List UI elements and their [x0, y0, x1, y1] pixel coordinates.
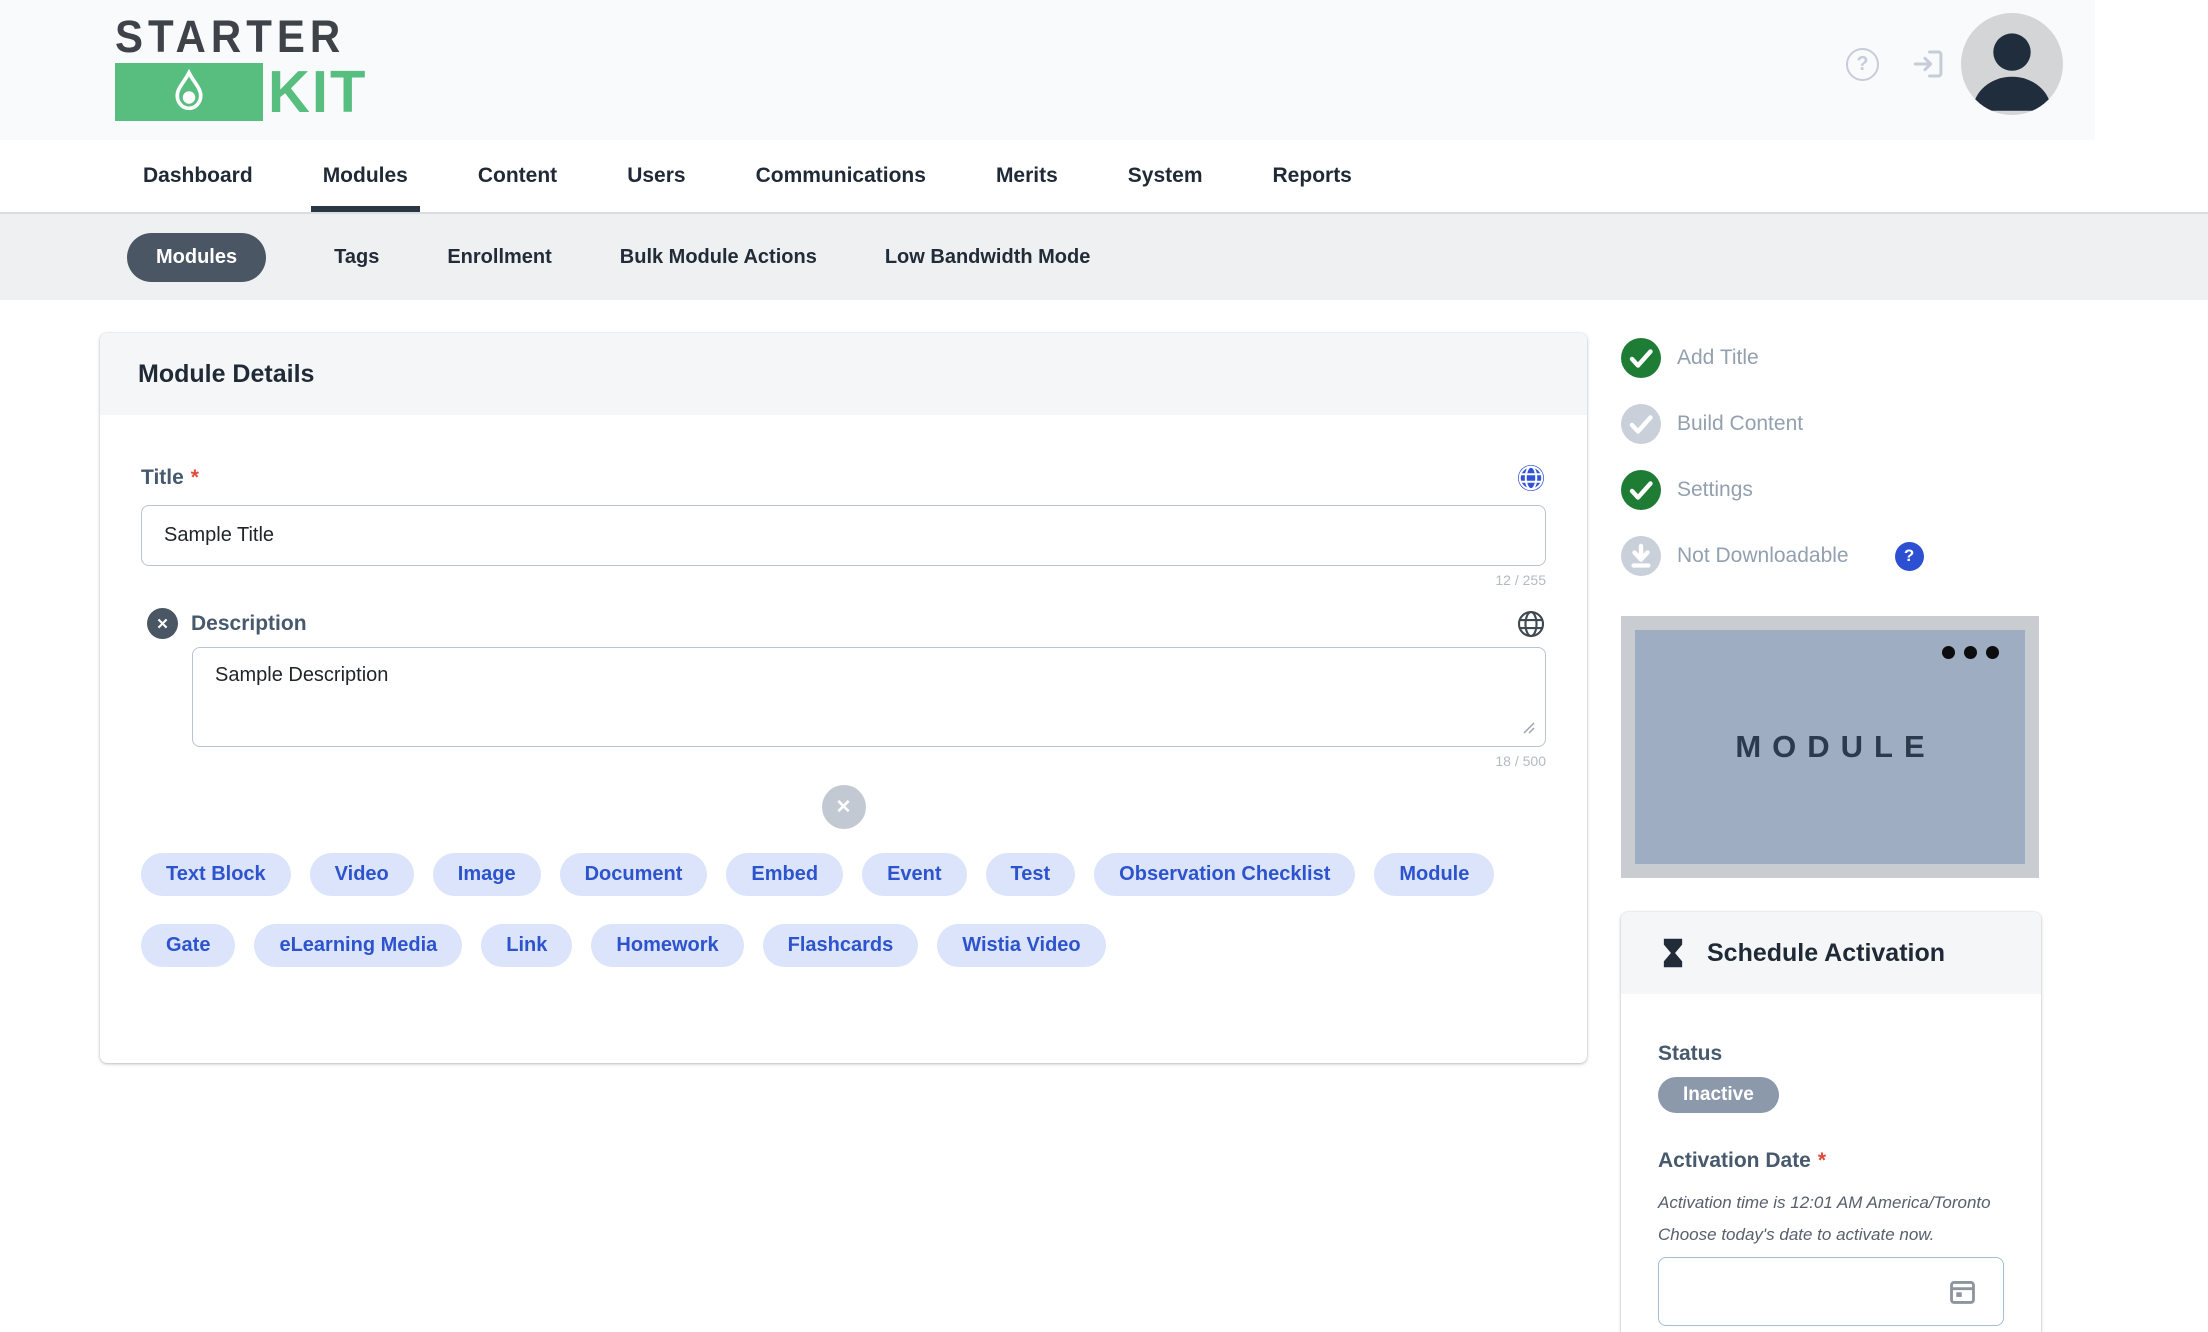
chip-module[interactable]: Module: [1374, 853, 1495, 896]
check-circle-icon: [1621, 470, 1661, 510]
download-circle-icon: [1621, 536, 1661, 576]
nav-item-dashboard[interactable]: Dashboard: [143, 140, 253, 212]
brand-logo-bar: [115, 63, 263, 121]
top-header: STARTER KIT ?: [0, 0, 2095, 140]
title-char-counter: 12 / 255: [1495, 572, 1546, 588]
subnav-item-modules[interactable]: Modules: [127, 232, 267, 282]
title-label: Title: [141, 466, 184, 489]
nav-item-merits[interactable]: Merits: [996, 140, 1058, 212]
nav-item-reports[interactable]: Reports: [1273, 140, 1352, 212]
checklist-item-add-title[interactable]: Add Title: [1621, 338, 2041, 378]
check-circle-icon-incomplete: [1621, 404, 1661, 444]
check-circle-icon: [1621, 338, 1661, 378]
right-sidebar: Add Title Build Content Settings Not Dow…: [1621, 333, 2041, 1332]
calendar-icon[interactable]: [1947, 1276, 1978, 1307]
subnav-item-tags[interactable]: Tags: [334, 246, 379, 269]
person-icon: [1972, 33, 2052, 111]
main-nav: Dashboard Modules Content Users Communic…: [0, 140, 2208, 212]
brand-logo[interactable]: STARTER KIT: [115, 10, 368, 126]
ellipsis-menu-icon[interactable]: [1942, 646, 1999, 659]
sub-nav: Modules Tags Enrollment Bulk Module Acti…: [0, 212, 2208, 300]
chip-link[interactable]: Link: [481, 924, 573, 967]
module-preview-image: MODULE: [1621, 616, 2039, 878]
chip-wistia-video[interactable]: Wistia Video: [937, 924, 1106, 967]
subnav-item-enrollment[interactable]: Enrollment: [447, 246, 551, 269]
schedule-activation-card: Schedule Activation Status Inactive Acti…: [1621, 912, 2041, 1332]
chip-text-block[interactable]: Text Block: [141, 853, 291, 896]
chip-observation-checklist[interactable]: Observation Checklist: [1094, 853, 1356, 896]
chip-homework[interactable]: Homework: [591, 924, 744, 967]
chip-elearning-media[interactable]: eLearning Media: [254, 924, 463, 967]
chip-gate[interactable]: Gate: [141, 924, 236, 967]
logout-icon[interactable]: [1910, 46, 1946, 82]
brand-name-top: STARTER: [115, 10, 346, 62]
activation-date-required-asterisk: *: [1817, 1149, 1827, 1172]
subnav-item-low-bandwidth-mode[interactable]: Low Bandwidth Mode: [885, 246, 1091, 269]
app-page: STARTER KIT ? Dashboard Modules Content …: [0, 0, 2208, 1332]
resize-handle-icon[interactable]: [1520, 719, 1536, 735]
hourglass-icon: [1663, 938, 1683, 968]
chip-image[interactable]: Image: [432, 853, 541, 896]
title-required-asterisk: *: [190, 466, 199, 489]
nav-item-communications[interactable]: Communications: [756, 140, 926, 212]
chip-embed[interactable]: Embed: [726, 853, 844, 896]
description-textarea[interactable]: Sample Description: [192, 647, 1546, 747]
subnav-item-bulk-module-actions[interactable]: Bulk Module Actions: [620, 246, 817, 269]
chip-event[interactable]: Event: [862, 853, 967, 896]
nav-item-system[interactable]: System: [1128, 140, 1203, 212]
module-details-heading: Module Details: [100, 333, 1587, 415]
translate-globe-icon[interactable]: [1516, 609, 1546, 639]
status-label: Status: [1658, 1042, 1723, 1065]
content-type-chips: Text Block Video Image Document Embed Ev…: [141, 853, 1546, 967]
checklist-item-not-downloadable[interactable]: Not Downloadable ?: [1621, 536, 2041, 576]
title-input[interactable]: [141, 505, 1546, 566]
activation-helper-text: Activation time is 12:01 AM America/Toro…: [1658, 1193, 1991, 1244]
nav-item-content[interactable]: Content: [478, 140, 557, 212]
module-details-card: Module Details Title * 12 / 255: [100, 333, 1587, 1063]
nav-item-modules[interactable]: Modules: [310, 140, 421, 212]
remove-description-icon[interactable]: ✕: [147, 608, 178, 639]
chip-flashcards[interactable]: Flashcards: [762, 924, 919, 967]
nav-item-users[interactable]: Users: [627, 140, 685, 212]
chip-test[interactable]: Test: [985, 853, 1076, 896]
schedule-activation-heading: Schedule Activation: [1707, 938, 1946, 967]
checklist-item-settings[interactable]: Settings: [1621, 470, 2041, 510]
description-char-counter: 18 / 500: [1495, 753, 1546, 769]
module-preview-label: MODULE: [1735, 729, 1936, 764]
collapse-section-icon[interactable]: ✕: [821, 785, 866, 829]
help-icon[interactable]: ?: [1846, 48, 1879, 81]
chip-document[interactable]: Document: [559, 853, 708, 896]
water-drop-icon: [175, 68, 203, 111]
checklist-item-build-content[interactable]: Build Content: [1621, 404, 2041, 444]
brand-name-bottom: KIT: [268, 58, 368, 126]
status-badge: Inactive: [1658, 1077, 1779, 1113]
downloadable-help-icon[interactable]: ?: [1894, 541, 1924, 571]
description-label: Description: [191, 611, 307, 635]
chip-video[interactable]: Video: [309, 853, 414, 896]
user-avatar[interactable]: [1961, 13, 2063, 115]
translate-globe-icon[interactable]: [1516, 463, 1546, 493]
activation-date-label: Activation Date: [1658, 1149, 1811, 1172]
